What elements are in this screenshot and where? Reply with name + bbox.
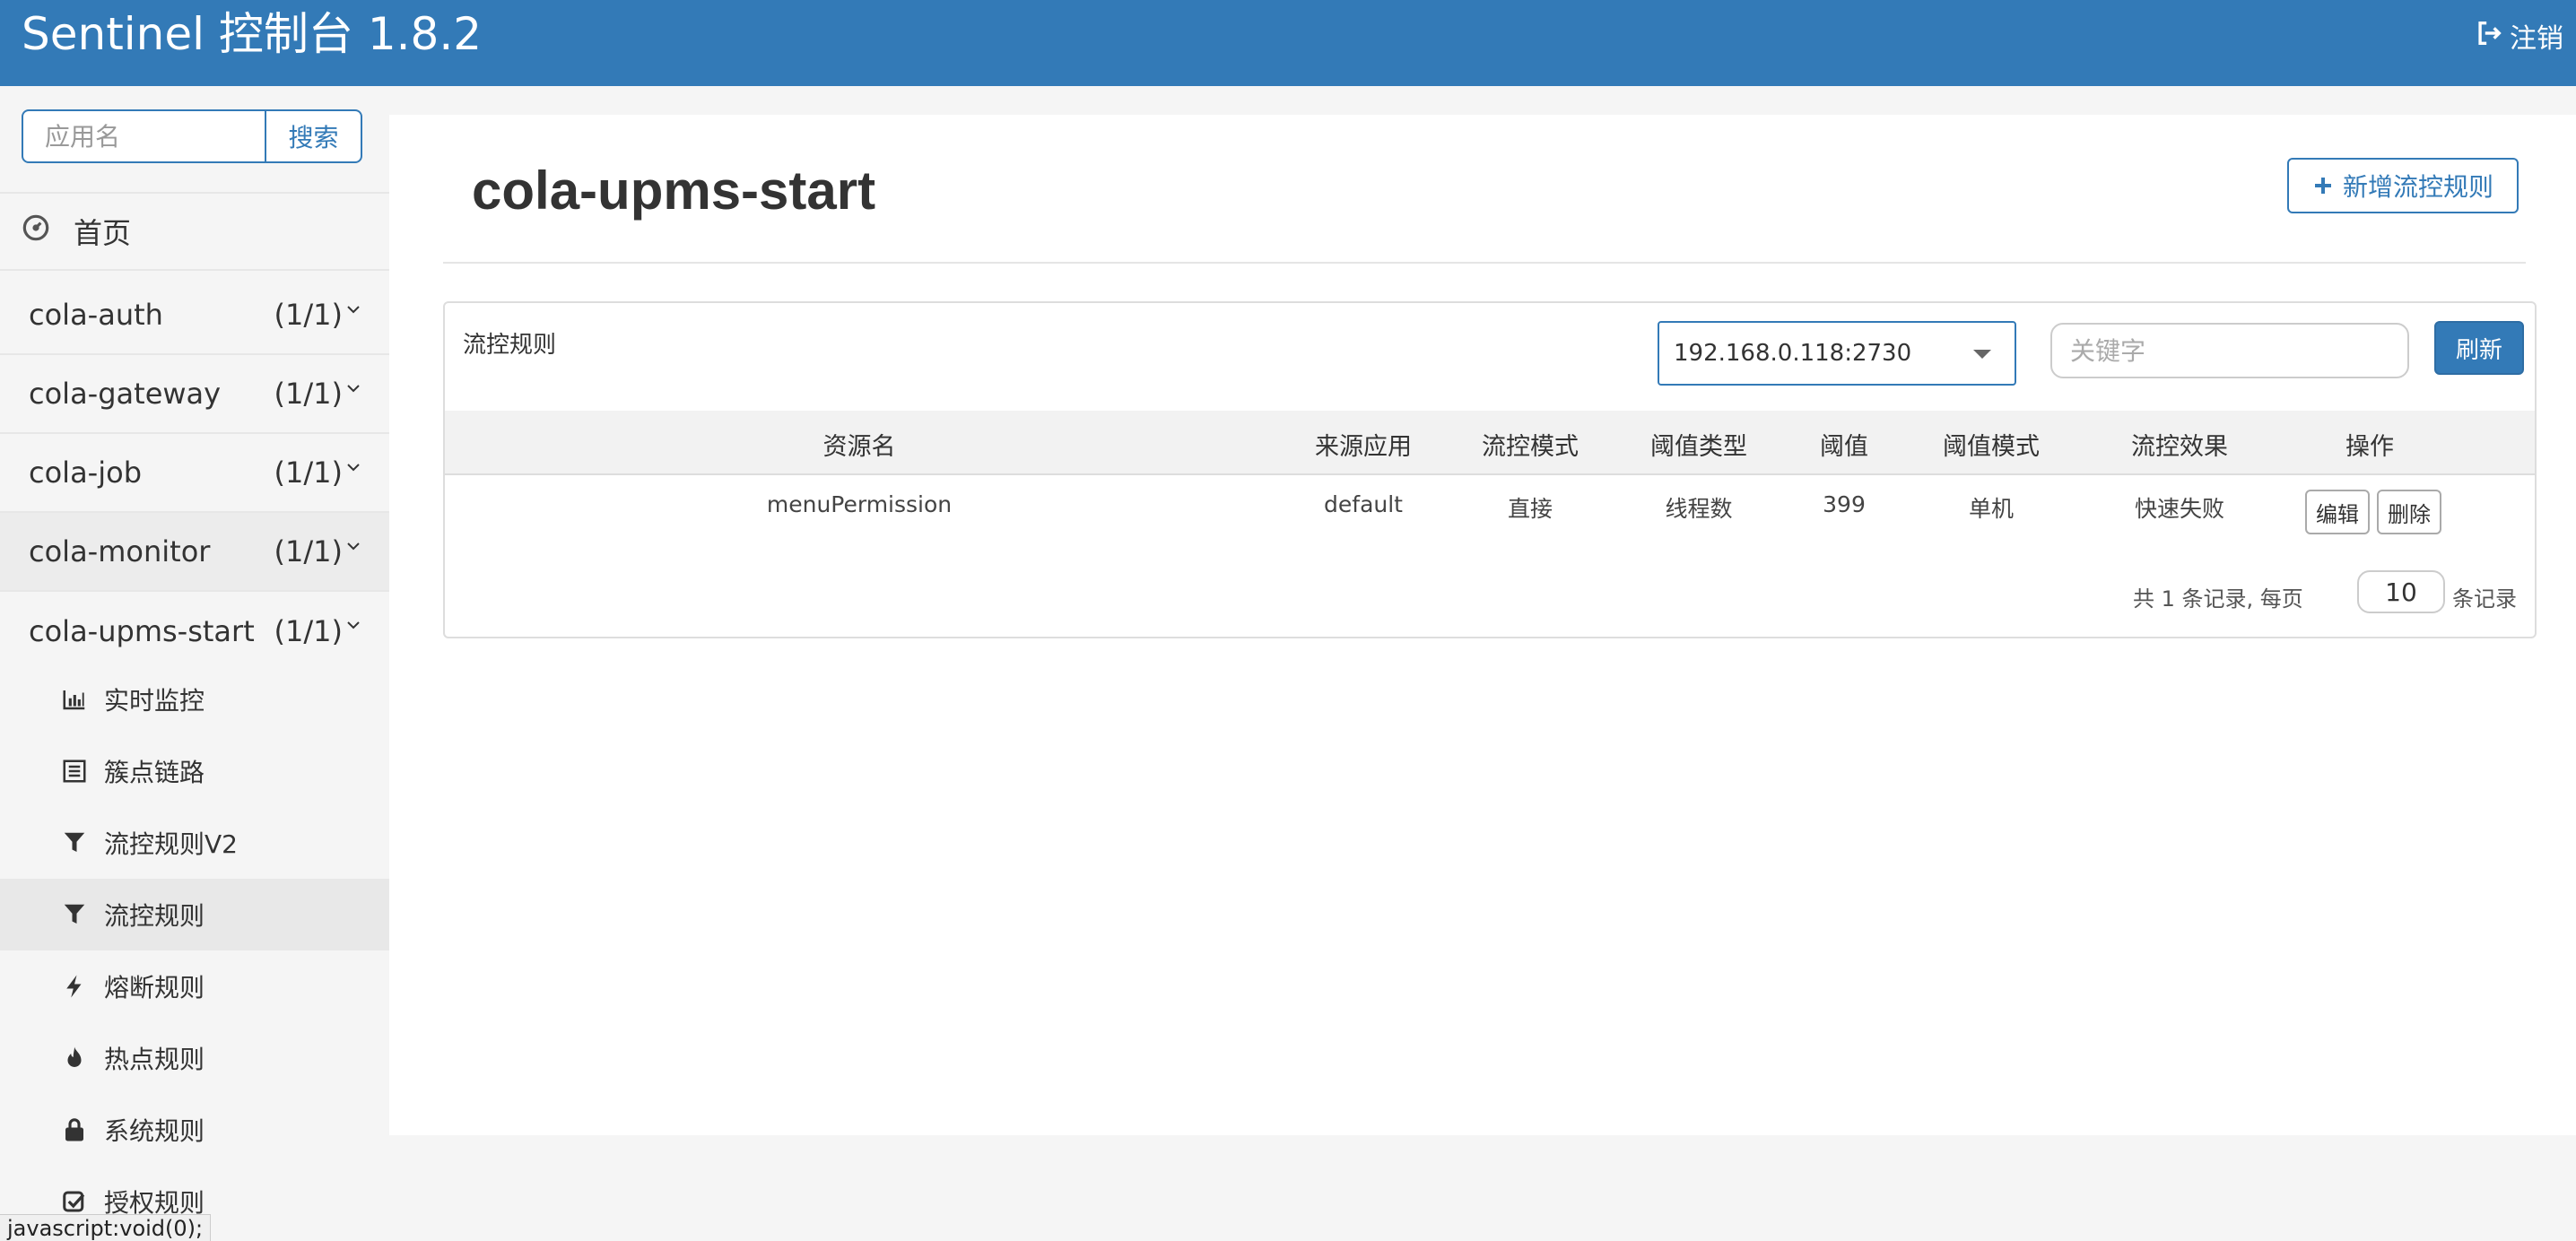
logout-button[interactable]: 注销: [2474, 18, 2563, 60]
cell-limit-app: default: [1324, 491, 1403, 517]
app-name: cola-gateway: [29, 377, 222, 411]
app-name: cola-upms-start: [29, 614, 255, 648]
submenu-label: 流控规则: [104, 901, 205, 931]
bar-chart-icon: [63, 690, 85, 710]
submenu-label: 簇点链路: [104, 758, 205, 787]
machine-select-value: 192.168.0.118:2730: [1674, 340, 1912, 367]
sidebar-app-cola-monitor[interactable]: cola-monitor (1/1): [0, 513, 389, 592]
app-machine-count: (1/1): [274, 614, 343, 648]
browser-status-url: javascript:void(0);: [0, 1214, 212, 1241]
column-header-strategy[interactable]: 流控模式: [1482, 427, 1579, 462]
sidebar-item-flow-rules[interactable]: 流控规则: [0, 879, 389, 950]
page-title: cola-upms-start: [472, 161, 876, 221]
app-search-button[interactable]: 搜索: [266, 109, 362, 163]
brand-title[interactable]: Sentinel 控制台 1.8.2: [22, 4, 482, 65]
pager-summary: 共 1 条记录, 每页: [2133, 586, 2303, 612]
app-machine-count: (1/1): [274, 456, 343, 490]
flash-icon: [66, 975, 82, 998]
check-square-icon: [63, 1191, 85, 1212]
page-size-input[interactable]: 10: [2357, 570, 2445, 613]
app-machine-count: (1/1): [274, 534, 343, 568]
app-search-input[interactable]: [22, 109, 266, 163]
add-flow-rule-button[interactable]: 新增流控规则: [2287, 158, 2519, 213]
cell-resource: menuPermission: [766, 491, 953, 517]
title-divider: [443, 262, 2526, 264]
cell-strategy: 直接: [1507, 496, 1553, 522]
sidebar-item-home[interactable]: 首页: [0, 192, 389, 271]
column-header-limit-app[interactable]: 来源应用: [1315, 427, 1412, 462]
column-header-resource[interactable]: 资源名: [823, 427, 896, 462]
cell-grade: 线程数: [1665, 496, 1733, 522]
chevron-down-icon: [347, 621, 360, 629]
list-icon: [63, 759, 86, 783]
cell-control-behavior: 快速失败: [2134, 496, 2225, 522]
chevron-down-icon: [347, 542, 360, 551]
filter-icon: [64, 904, 85, 924]
flow-rules-panel: 流控规则 192.168.0.118:2730 刷新 资源名 来源应用 流控模式…: [443, 301, 2537, 638]
panel-title: 流控规则: [463, 332, 557, 359]
submenu-label: 熔断规则: [104, 973, 205, 1002]
column-header-control-behavior[interactable]: 流控效果: [2131, 427, 2228, 462]
delete-button[interactable]: 删除: [2377, 490, 2441, 534]
lock-icon: [65, 1118, 83, 1141]
table-row: menuPermission default 直接 线程数 399 单机 快速失…: [445, 477, 2535, 558]
filter-icon: [64, 832, 85, 852]
submenu-label: 流控规则V2: [104, 829, 238, 859]
sidebar-item-resource-chain[interactable]: 簇点链路: [0, 735, 389, 807]
submenu-label: 系统规则: [104, 1116, 205, 1146]
app-machine-count: (1/1): [274, 298, 343, 332]
sidebar-item-param-flow-rules[interactable]: 热点规则: [0, 1022, 389, 1094]
sidebar-item-realtime-monitor[interactable]: 实时监控: [0, 664, 389, 735]
column-header-operations: 操作: [2345, 433, 2394, 461]
keyword-search-input[interactable]: [2050, 323, 2409, 378]
column-header-grade[interactable]: 阈值类型: [1650, 427, 1747, 462]
main-content: cola-upms-start 新增流控规则 流控规则 192.168.0.11…: [389, 115, 2576, 1135]
column-header-cluster-mode[interactable]: 阈值模式: [1943, 427, 2040, 462]
sidebar-item-flow-rules-v2[interactable]: 流控规则V2: [0, 807, 389, 879]
sidebar-item-system-rules[interactable]: 系统规则: [0, 1094, 389, 1166]
chevron-down-icon: [347, 385, 360, 393]
plus-icon: [2314, 178, 2331, 194]
pager-suffix: 条记录: [2452, 586, 2517, 612]
sign-out-icon: [2474, 18, 2504, 60]
app-name: cola-job: [29, 456, 142, 490]
column-header-count[interactable]: 阈值: [1820, 427, 1868, 462]
chevron-down-icon: [347, 306, 360, 314]
chevron-down-icon: [347, 464, 360, 472]
app-machine-count: (1/1): [274, 377, 343, 411]
sidebar-app-cola-upms-start[interactable]: cola-upms-start (1/1): [0, 592, 389, 671]
submenu-label: 热点规则: [104, 1045, 205, 1074]
table-header: 资源名 来源应用 流控模式 阈值类型 阈值 阈值模式 流控效果 操作: [445, 411, 2535, 475]
add-flow-rule-label: 新增流控规则: [2342, 172, 2493, 202]
caret-down-icon: [1973, 350, 1991, 359]
sidebar-app-cola-gateway[interactable]: cola-gateway (1/1): [0, 355, 389, 434]
app-search: 搜索: [22, 109, 362, 163]
sidebar: 搜索 首页 cola-auth (1/1) cola-gateway (1/1)…: [0, 86, 389, 1241]
sidebar-item-home-label: 首页: [74, 216, 132, 250]
sidebar-app-cola-job[interactable]: cola-job (1/1): [0, 434, 389, 513]
app-name: cola-monitor: [29, 534, 211, 568]
app-name: cola-auth: [29, 298, 163, 332]
sidebar-item-degrade-rules[interactable]: 熔断规则: [0, 950, 389, 1022]
refresh-button[interactable]: 刷新: [2434, 321, 2524, 375]
submenu-label: 实时监控: [104, 686, 205, 716]
cell-count: 399: [1823, 491, 1866, 517]
edit-button[interactable]: 编辑: [2305, 490, 2370, 534]
cell-cluster-mode: 单机: [1968, 496, 2015, 522]
machine-select[interactable]: 192.168.0.118:2730: [1658, 321, 2016, 386]
logout-label: 注销: [2510, 22, 2563, 55]
dashboard-icon: [22, 213, 74, 249]
top-navbar: Sentinel 控制台 1.8.2 注销: [0, 0, 2576, 86]
fire-icon: [67, 1046, 82, 1067]
sidebar-app-cola-auth[interactable]: cola-auth (1/1): [0, 276, 389, 355]
